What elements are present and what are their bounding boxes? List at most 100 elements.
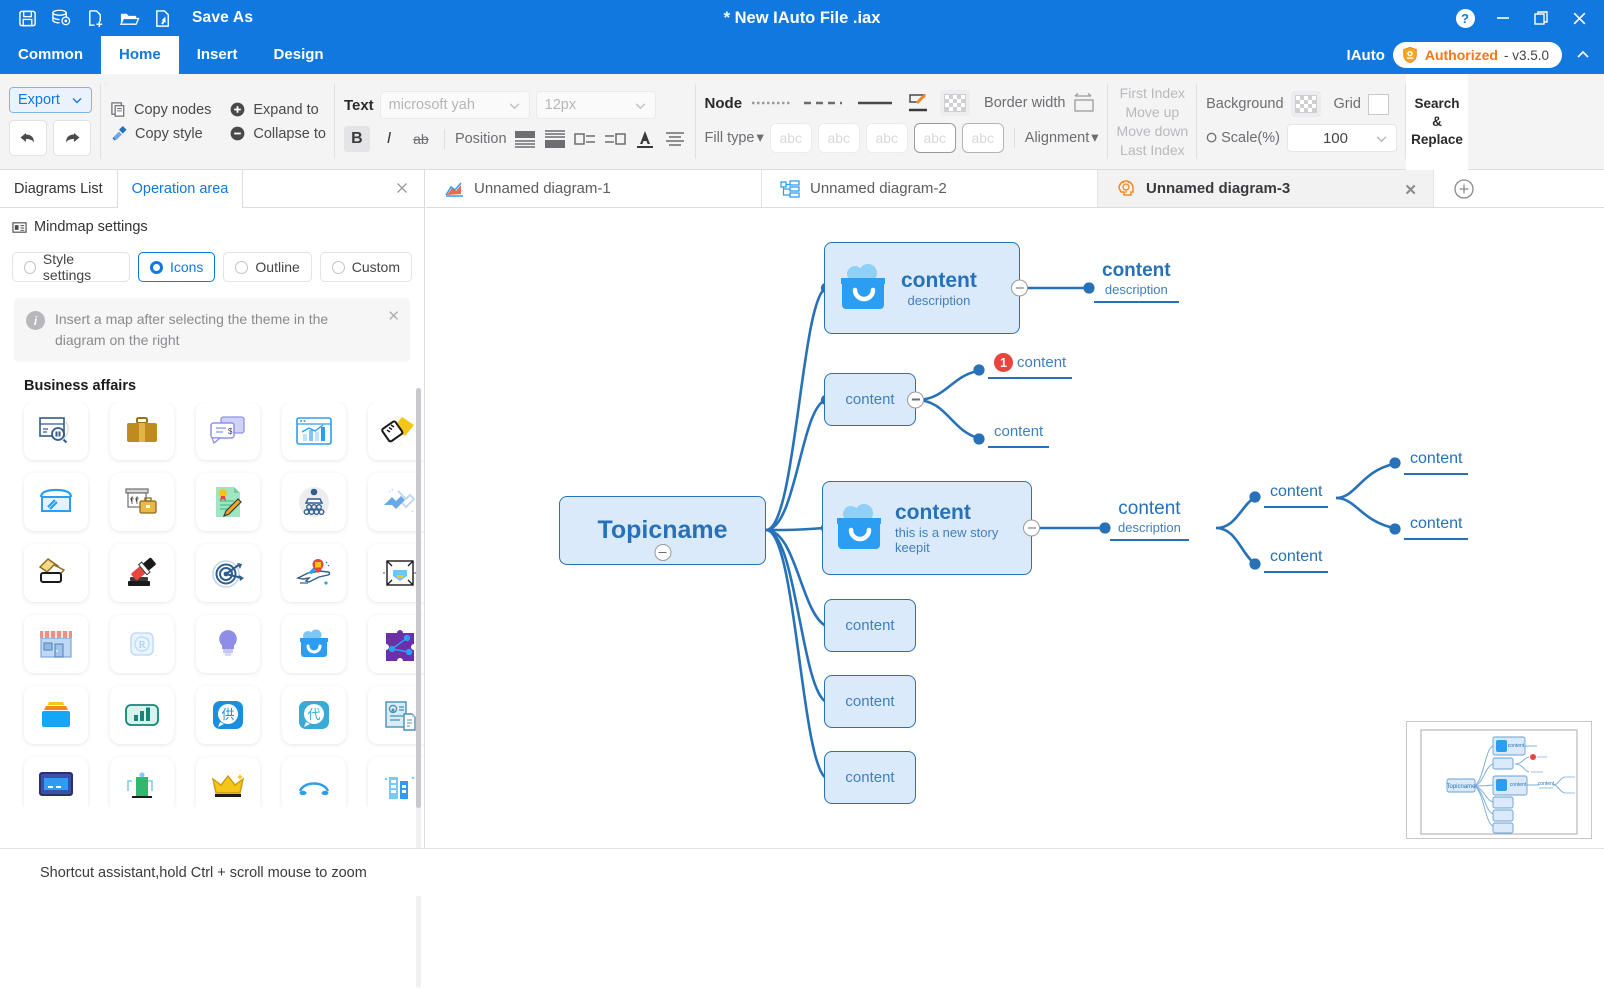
- import-icon[interactable]: [148, 4, 178, 32]
- branch3-node-box[interactable]: content this is a new story keepit: [822, 481, 1040, 575]
- expand-to-button[interactable]: Expand to: [229, 101, 319, 118]
- close-panel-icon[interactable]: [394, 180, 412, 198]
- line-dotted-button[interactable]: [748, 92, 794, 114]
- radio-custom[interactable]: Custom: [319, 252, 412, 282]
- strikethrough-button[interactable]: ab: [408, 126, 434, 152]
- scale-select[interactable]: 100: [1286, 124, 1397, 152]
- redo-button[interactable]: [53, 120, 91, 156]
- icon-crown[interactable]: [196, 757, 260, 807]
- background-color-button[interactable]: [1290, 91, 1321, 117]
- branch6-node-box[interactable]: content: [824, 751, 916, 804]
- scrollbar-thumb[interactable]: [416, 388, 421, 808]
- branch2-collapse-toggle[interactable]: [907, 391, 924, 408]
- icon-registered-r[interactable]: R: [110, 615, 174, 673]
- icon-chat-invoice[interactable]: $: [196, 402, 260, 460]
- mindmap-branch-3-ggc-2[interactable]: content: [1404, 515, 1469, 540]
- branch1-child-box[interactable]: content description: [1094, 260, 1179, 303]
- icon-certificate-pen[interactable]: [196, 473, 260, 531]
- menu-item-insert[interactable]: Insert: [179, 36, 256, 74]
- radio-style-settings[interactable]: Style settings: [12, 251, 130, 283]
- fill-sample-4[interactable]: abc: [913, 123, 956, 153]
- save-icon[interactable]: [12, 4, 42, 32]
- border-width-icon[interactable]: [1071, 91, 1097, 115]
- root-collapse-toggle[interactable]: [654, 544, 671, 561]
- mindmap-branch-2[interactable]: content: [824, 373, 924, 426]
- text-position-bottom-icon[interactable]: [543, 129, 567, 149]
- icon-agent-chinese[interactable]: 代: [282, 686, 346, 744]
- icon-color-swatch[interactable]: [24, 544, 88, 602]
- open-folder-icon[interactable]: [114, 4, 144, 32]
- icon-gavel[interactable]: [110, 544, 174, 602]
- root-node-box[interactable]: Topicname: [559, 496, 766, 565]
- copy-nodes-button[interactable]: Copy nodes: [110, 101, 211, 118]
- first-index-button[interactable]: First Index: [1120, 84, 1185, 103]
- copy-style-button[interactable]: Copy style: [110, 125, 203, 142]
- branch4-node-box[interactable]: content: [824, 599, 916, 652]
- line-color-button[interactable]: [904, 90, 934, 116]
- text-align-icon[interactable]: [663, 129, 687, 149]
- alignment-dropdown[interactable]: Alignment ▾: [1025, 130, 1099, 146]
- minimize-icon[interactable]: [1484, 2, 1522, 34]
- collapse-ribbon-icon[interactable]: [1570, 42, 1596, 68]
- save-as-button[interactable]: Save As: [192, 9, 253, 27]
- canvas-tab-3[interactable]: Unnamed diagram-3 ✕: [1098, 170, 1434, 207]
- icon-arc-arrow[interactable]: [282, 757, 346, 807]
- search-replace-button[interactable]: Search & Replace: [1405, 74, 1468, 170]
- icon-chart-window[interactable]: [282, 402, 346, 460]
- mindmap-branch-5[interactable]: content: [824, 675, 916, 728]
- minimap[interactable]: Topicname content content content: [1406, 721, 1592, 839]
- export-button[interactable]: Export: [9, 87, 92, 113]
- branch5-node-box[interactable]: content: [824, 675, 916, 728]
- font-color-icon[interactable]: [633, 129, 657, 149]
- line-solid-button[interactable]: [852, 92, 898, 114]
- mindmap-branch-2-child-1[interactable]: 1 content: [988, 353, 1073, 379]
- mindmap-branch-3[interactable]: content this is a new story keepit: [822, 481, 1040, 575]
- add-tab-button[interactable]: [1434, 170, 1494, 207]
- text-position-right-icon[interactable]: [603, 129, 627, 149]
- mindmap-branch-2-child-2[interactable]: content: [988, 423, 1050, 448]
- icon-podium-speaker[interactable]: [282, 473, 346, 531]
- authorized-badge[interactable]: Authorized - v3.5.0: [1392, 42, 1562, 68]
- text-position-left-icon[interactable]: [573, 129, 597, 149]
- branch3-collapse-toggle[interactable]: [1023, 519, 1040, 537]
- italic-button[interactable]: I: [376, 126, 402, 152]
- icon-bar-chart-rounded[interactable]: [110, 686, 174, 744]
- icon-airplane-location[interactable]: [282, 544, 346, 602]
- branch3-child-box[interactable]: content description: [1110, 498, 1189, 541]
- close-tab-icon[interactable]: ✕: [1404, 181, 1417, 199]
- help-icon[interactable]: ?: [1446, 2, 1484, 34]
- branch1-collapse-toggle[interactable]: [1011, 279, 1028, 297]
- branch2-node-box[interactable]: content: [824, 373, 924, 426]
- dismiss-notice-icon[interactable]: ✕: [387, 307, 400, 325]
- fill-sample-3[interactable]: abc: [865, 123, 908, 153]
- close-icon[interactable]: [1560, 2, 1598, 34]
- bold-button[interactable]: B: [343, 126, 370, 152]
- branch3-ggc1-box[interactable]: content: [1404, 450, 1469, 475]
- mindmap-branch-3-child[interactable]: content description: [1110, 498, 1189, 541]
- line-dashed-button[interactable]: [800, 92, 846, 114]
- icon-briefcase[interactable]: [110, 402, 174, 460]
- branch3-gc2-box[interactable]: content: [1264, 548, 1329, 573]
- font-family-select[interactable]: microsoft yah: [379, 91, 530, 119]
- branch3-ggc2-box[interactable]: content: [1404, 515, 1469, 540]
- font-size-select[interactable]: 12px: [535, 91, 656, 119]
- icon-archive-box-briefcase[interactable]: [110, 473, 174, 531]
- icon-smile-bag[interactable]: [282, 615, 346, 673]
- icon-target-dart[interactable]: [196, 544, 260, 602]
- mindmap-branch-1[interactable]: content description: [824, 242, 1028, 334]
- mindmap-canvas[interactable]: Topicname content description content de…: [426, 208, 1604, 848]
- icon-gas-station[interactable]: [110, 757, 174, 807]
- database-settings-icon[interactable]: [46, 4, 76, 32]
- icon-file-drawer[interactable]: [24, 686, 88, 744]
- menu-item-design[interactable]: Design: [256, 36, 342, 74]
- branch1-node-box[interactable]: content description: [824, 242, 1028, 334]
- mindmap-branch-6[interactable]: content: [824, 751, 916, 804]
- move-down-button[interactable]: Move down: [1117, 122, 1189, 141]
- tab-operation-area[interactable]: Operation area: [116, 170, 244, 208]
- mindmap-branch-3-gc-1[interactable]: content: [1264, 483, 1329, 508]
- move-up-button[interactable]: Move up: [1125, 103, 1179, 122]
- collapse-to-button[interactable]: Collapse to: [229, 125, 326, 142]
- fill-sample-5[interactable]: abc: [961, 123, 1004, 153]
- last-index-button[interactable]: Last Index: [1120, 141, 1185, 160]
- icon-lightbulb[interactable]: [196, 615, 260, 673]
